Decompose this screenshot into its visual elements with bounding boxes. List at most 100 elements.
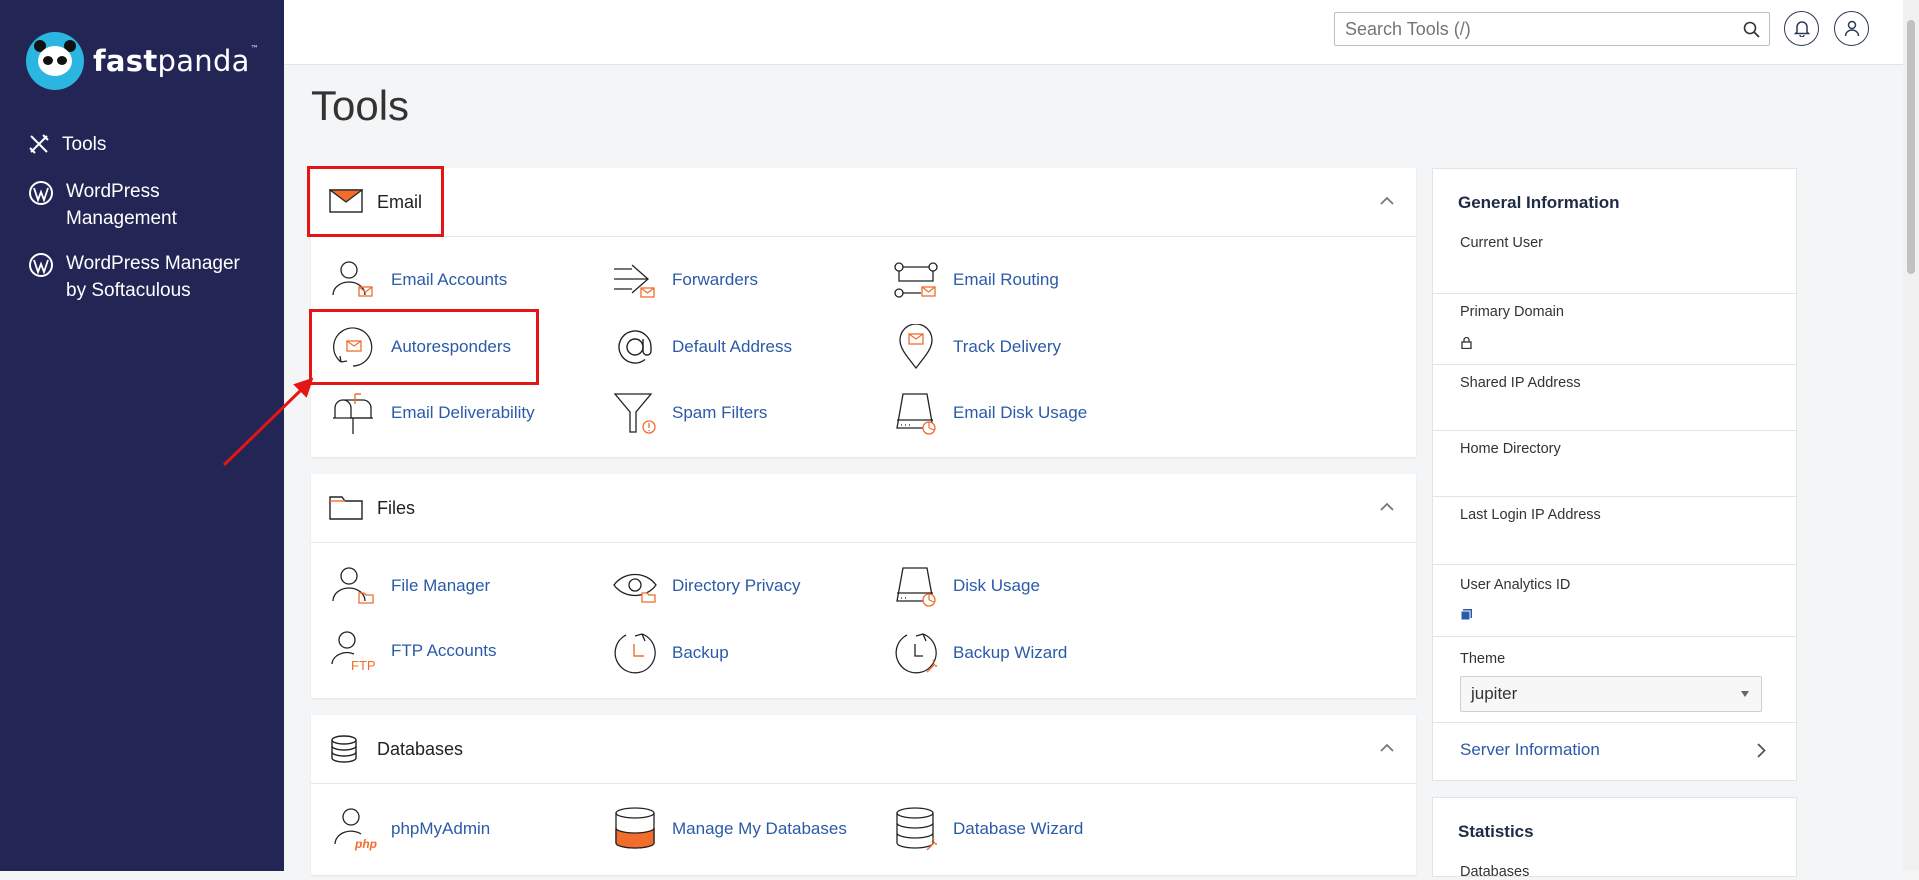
forwarders-icon [614, 264, 655, 298]
section-title: Files [377, 498, 416, 518]
tool-label: Default Address [672, 337, 793, 356]
tool-forwarders[interactable]: Forwarders [612, 259, 758, 301]
at-sign-icon [618, 330, 652, 364]
search-input[interactable] [1335, 13, 1735, 45]
bell-icon [1793, 21, 1810, 37]
map-pin-icon [899, 324, 933, 370]
tool-label: Email Accounts [391, 270, 508, 289]
user-menu-button[interactable] [1834, 11, 1869, 46]
tool-label: FTP Accounts [391, 641, 497, 660]
wordpress-icon [29, 181, 53, 205]
tool-email-accounts[interactable]: Email Accounts [331, 259, 507, 301]
email-section: Email Email Accounts Forwarders Email Ro… [311, 168, 1416, 457]
tool-label: Backup [672, 643, 729, 662]
ftp-accounts-icon: FTP [331, 631, 376, 672]
tool-label: File Manager [391, 576, 491, 595]
sidebar-item-tools[interactable]: Tools [28, 131, 106, 158]
tool-email-disk-usage[interactable]: Email Disk Usage [893, 390, 1087, 436]
info-label: Home Directory [1460, 441, 1561, 457]
brand-logo[interactable]: fastpanda™ [26, 32, 259, 90]
search-icon[interactable] [1743, 21, 1760, 38]
tool-spam-filters[interactable]: Spam Filters [612, 390, 767, 436]
tool-label: Email Deliverability [391, 403, 535, 422]
lock-icon [1461, 336, 1472, 349]
info-label: Theme [1460, 651, 1506, 667]
tool-backup[interactable]: Backup [612, 630, 729, 676]
theme-select[interactable]: jupiter [1460, 676, 1762, 712]
section-title: Email [377, 192, 423, 212]
info-row-shared-ip: Shared IP Address [1433, 364, 1796, 431]
hard-drive-icon [896, 567, 936, 607]
wordpress-icon [29, 253, 53, 277]
tool-autoresponders[interactable]: Autoresponders [331, 324, 511, 370]
tool-ftp-accounts[interactable]: FTP FTP Accounts [331, 630, 497, 672]
mailbox-icon [333, 393, 373, 434]
tool-database-wizard[interactable]: Database Wizard [893, 806, 1083, 852]
email-routing-icon [894, 262, 938, 298]
page-title: Tools [311, 82, 410, 129]
info-row-home-directory: Home Directory [1433, 430, 1796, 497]
databases-section-header[interactable]: Databases [311, 715, 1416, 784]
chevron-up-icon[interactable] [1380, 743, 1394, 752]
tool-label: Forwarders [672, 270, 758, 289]
tool-manage-my-databases[interactable]: Manage My Databases [612, 806, 847, 852]
backup-clock-icon [614, 633, 656, 674]
tool-label: Backup Wizard [953, 643, 1068, 662]
tool-email-deliverability[interactable]: Email Deliverability [331, 390, 535, 436]
copy-icon[interactable] [1460, 608, 1473, 621]
tools-icon [29, 134, 49, 154]
section-title: Databases [377, 739, 464, 759]
hard-drive-icon [896, 393, 936, 435]
filter-icon [613, 393, 656, 434]
tool-label: Database Wizard [953, 819, 1084, 838]
tool-file-manager[interactable]: File Manager [331, 565, 490, 607]
tool-directory-privacy[interactable]: Directory Privacy [612, 565, 800, 607]
info-row-primary-domain: Primary Domain [1433, 293, 1796, 364]
tool-email-routing[interactable]: Email Routing [893, 259, 1059, 301]
search-box [1334, 12, 1770, 46]
server-information-row[interactable]: Server Information [1433, 722, 1796, 781]
info-label: Shared IP Address [1460, 375, 1581, 391]
sidebar-item-wordpress-management[interactable]: WordPress Management [28, 178, 177, 232]
tool-backup-wizard[interactable]: Backup Wizard [893, 630, 1067, 676]
email-section-header[interactable]: Email [311, 168, 1416, 237]
info-label: Primary Domain [1460, 304, 1564, 320]
tool-label: Track Delivery [953, 337, 1061, 356]
tool-disk-usage[interactable]: Disk Usage [893, 565, 1040, 607]
tool-track-delivery[interactable]: Track Delivery [893, 324, 1061, 370]
info-row-user-analytics-id: User Analytics ID [1433, 564, 1796, 637]
tool-label: Directory Privacy [672, 576, 801, 595]
statistics-panel: Statistics Databases [1432, 797, 1797, 880]
notifications-button[interactable] [1784, 11, 1819, 46]
database-wizard-icon [896, 807, 937, 851]
caret-down-icon [1741, 691, 1749, 697]
sidebar-item-label: by Softaculous [66, 280, 191, 301]
autoresponders-icon [333, 327, 373, 367]
email-accounts-icon [332, 261, 373, 297]
theme-select-value: jupiter [1471, 684, 1518, 703]
info-label: Current User [1460, 235, 1543, 251]
tool-phpmyadmin[interactable]: php phpMyAdmin [331, 806, 490, 852]
page-scrollbar[interactable] [1903, 0, 1919, 871]
brand-name: fastpanda™ [93, 44, 260, 78]
sidebar-item-label: WordPress [66, 181, 160, 202]
database-stack-icon [615, 807, 655, 849]
scrollbar-thumb[interactable] [1907, 20, 1915, 274]
general-information-panel: General Information Current User Primary… [1432, 168, 1797, 781]
file-manager-icon [332, 567, 374, 604]
tool-label: Email Disk Usage [953, 403, 1088, 422]
panel-title: Statistics [1458, 822, 1534, 841]
server-information-link[interactable]: Server Information [1460, 740, 1600, 760]
chevron-up-icon[interactable] [1380, 196, 1394, 205]
tool-default-address[interactable]: Default Address [612, 324, 792, 370]
info-label: Last Login IP Address [1460, 507, 1601, 523]
tool-label: Email Routing [953, 270, 1059, 289]
sidebar-item-wordpress-manager-softaculous[interactable]: WordPress Manager by Softaculous [28, 250, 240, 304]
sidebar-item-label: WordPress Manager [66, 253, 240, 274]
backup-wizard-icon [895, 633, 937, 674]
chevron-up-icon[interactable] [1380, 502, 1394, 511]
tool-label: Autoresponders [391, 337, 512, 356]
info-row-theme: Theme jupiter [1433, 636, 1796, 723]
phpmyadmin-icon: php [334, 808, 377, 851]
files-section-header[interactable]: Files [311, 474, 1416, 543]
